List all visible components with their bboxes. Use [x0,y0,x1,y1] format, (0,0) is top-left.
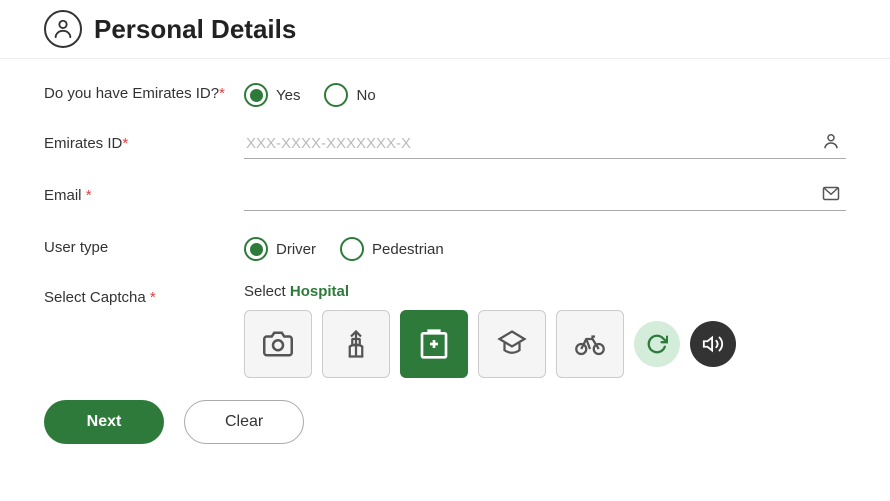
emirates-id-no-label: No [356,87,375,104]
user-type-driver-label: Driver [276,241,316,258]
person-input-icon [822,133,840,156]
email-input-wrapper [244,181,846,211]
emirates-id-no-radio[interactable] [324,83,348,107]
captcha-target-word: Hospital [290,283,349,300]
emirates-id-yes-radio[interactable] [244,83,268,107]
page-title: Personal Details [94,14,296,45]
required-marker: * [122,135,128,152]
button-row: Next Clear [44,400,846,444]
person-icon [44,10,82,48]
emirates-id-no-option[interactable]: No [324,83,375,107]
email-icon [822,185,840,208]
captcha-row: Select Captcha * Select Hospital [44,283,846,378]
user-type-pedestrian-radio[interactable] [340,237,364,261]
captcha-bicycle-option[interactable] [556,310,624,378]
emirates-id-yes-option[interactable]: Yes [244,83,300,107]
email-input[interactable] [244,181,846,211]
captcha-building-option[interactable] [322,310,390,378]
next-button[interactable]: Next [44,400,164,444]
page-header: Personal Details [0,0,890,59]
user-type-driver-radio[interactable] [244,237,268,261]
emirates-id-input-wrapper [244,129,846,159]
user-type-label: User type [44,233,244,256]
captcha-refresh-button[interactable] [634,321,680,367]
emirates-id-field-label: Emirates ID* [44,129,244,152]
captcha-sound-button[interactable] [690,321,736,367]
captcha-label: Select Captcha * [44,283,244,306]
user-type-radio-group: Driver Pedestrian [244,233,846,261]
email-field-label: Email * [44,181,244,204]
emirates-id-question-label: Do you have Emirates ID?* [44,79,244,102]
captcha-control: Select Hospital [244,283,846,378]
emirates-id-yes-label: Yes [276,87,300,104]
clear-button[interactable]: Clear [184,400,304,444]
captcha-hospital-option[interactable] [400,310,468,378]
emirates-id-field-row: Emirates ID* [44,129,846,159]
form-body: Do you have Emirates ID?* Yes No Emirate… [0,59,890,464]
captcha-prompt: Select Hospital [244,283,846,300]
required-marker: * [219,85,225,102]
required-marker: * [86,187,92,204]
emirates-id-question-row: Do you have Emirates ID?* Yes No [44,79,846,107]
emirates-id-input[interactable] [244,129,846,159]
captcha-graduation-option[interactable] [478,310,546,378]
captcha-icons-group [244,310,846,378]
user-type-driver-option[interactable]: Driver [244,237,316,261]
user-type-row: User type Driver Pedestrian [44,233,846,261]
emirates-id-radio-group: Yes No [244,79,846,107]
email-field-row: Email * [44,181,846,211]
user-type-pedestrian-label: Pedestrian [372,241,444,258]
user-type-pedestrian-option[interactable]: Pedestrian [340,237,444,261]
required-marker: * [150,289,156,306]
captcha-camera-option[interactable] [244,310,312,378]
